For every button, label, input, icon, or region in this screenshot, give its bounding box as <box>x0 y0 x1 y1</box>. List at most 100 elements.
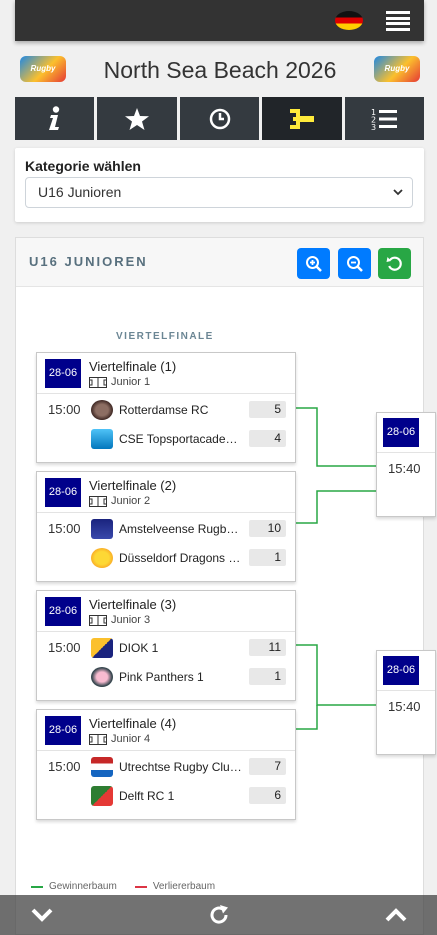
legend-loser: Verliererbaum <box>134 881 215 892</box>
team-name: Utrechtse Rugby Club 1 <box>119 760 244 774</box>
match-time: 15:00 <box>48 402 81 417</box>
category-label: Kategorie wählen <box>25 158 141 174</box>
connector-line <box>296 644 378 706</box>
match-time: 15:40 <box>388 699 421 714</box>
match-header: 28-06 Viertelfinale (1) Junior 1 <box>37 353 295 394</box>
bracket-panel: U16 JUNIOREN VIERTELFINALE 28-06 Viertel… <box>15 237 436 935</box>
bracket-icon <box>289 108 314 129</box>
event-logo-right: Rugby <box>374 56 420 82</box>
match-card[interactable]: 28-06 Viertelfinale (1) Junior 1 15:00 R… <box>36 352 296 463</box>
team-score: 7 <box>249 758 286 775</box>
german-flag-icon[interactable] <box>335 11 363 30</box>
favorites-button[interactable] <box>97 97 177 140</box>
main-toolbar: 1 2 3 <box>15 97 425 140</box>
team-row[interactable]: Utrechtse Rugby Club 1 7 <box>91 757 291 777</box>
refresh-icon <box>210 905 228 924</box>
match-header: 28-06 Viertelfinale (2) Junior 2 <box>37 472 295 513</box>
info-icon <box>48 105 59 130</box>
date-badge: 28-06 <box>45 359 81 388</box>
team-logo <box>91 757 113 777</box>
match-time: 15:00 <box>48 521 81 536</box>
standings-button[interactable]: 1 2 3 <box>344 97 425 140</box>
team-score: 5 <box>249 401 286 418</box>
team-name: DIOK 1 <box>119 641 159 655</box>
info-button[interactable] <box>15 97 95 140</box>
date-badge: 28-06 <box>383 418 419 447</box>
match-card[interactable]: 28-06 Viertelfinale (4) Junior 4 15:00 U… <box>36 709 296 820</box>
team-name: Amstelveense Rugby Club <box>119 522 244 536</box>
field-icon <box>89 495 107 507</box>
team-logo <box>91 548 113 568</box>
team-logo <box>91 400 113 420</box>
scroll-down-button[interactable] <box>30 904 54 926</box>
match-name: Viertelfinale (1) <box>89 359 177 374</box>
team-row[interactable]: Amstelveense Rugby Club 10 <box>91 519 291 539</box>
match-field: Junior 4 <box>89 733 150 745</box>
scroll-up-button[interactable] <box>384 904 408 926</box>
team-row[interactable]: DIOK 1 11 <box>91 638 291 658</box>
semifinal-card[interactable]: 28-06 15:40 <box>376 650 436 755</box>
schedule-button[interactable] <box>179 97 260 140</box>
bracket-button[interactable] <box>262 97 342 140</box>
match-name: Viertelfinale (3) <box>89 597 177 612</box>
team-name: Rotterdamse RC <box>119 403 209 417</box>
category-panel: Kategorie wählen U16 Junioren <box>15 148 424 222</box>
team-logo <box>91 519 113 539</box>
event-logo-left: Rugby <box>20 56 66 82</box>
field-icon <box>89 733 107 745</box>
team-score: 4 <box>249 430 286 447</box>
connector-line <box>296 407 378 467</box>
match-header: 28-06 Viertelfinale (3) Junior 3 <box>37 591 295 632</box>
legend-winner: Gewinnerbaum <box>31 881 117 892</box>
team-logo <box>91 638 113 658</box>
category-selected-value: U16 Junioren <box>38 184 122 200</box>
date-badge: 28-06 <box>45 478 81 507</box>
date-badge: 28-06 <box>383 656 419 685</box>
connector-line <box>296 705 318 730</box>
chevron-down-icon <box>31 908 53 922</box>
team-logo <box>91 667 113 687</box>
chevron-up-icon <box>385 908 407 922</box>
team-logo <box>91 429 113 449</box>
match-field: Junior 3 <box>89 614 150 626</box>
match-time: 15:40 <box>388 461 421 476</box>
page-title: North Sea Beach 2026 <box>103 57 337 83</box>
team-row[interactable]: Pink Panthers 1 1 <box>91 667 291 687</box>
ranking-list-icon: 1 2 3 <box>371 108 398 131</box>
refresh-button[interactable] <box>207 904 231 926</box>
match-field: Junior 1 <box>89 376 150 388</box>
date-badge: 28-06 <box>45 716 81 745</box>
connector-line <box>296 490 378 524</box>
team-row[interactable]: Delft RC 1 6 <box>91 786 291 806</box>
semifinal-card[interactable]: 28-06 15:40 <box>376 412 436 517</box>
team-row[interactable]: CSE Topsportacademie 4 <box>91 429 291 449</box>
star-icon <box>125 107 150 130</box>
team-score: 1 <box>249 668 286 685</box>
category-select[interactable]: U16 Junioren <box>25 177 413 208</box>
top-navbar <box>15 0 424 41</box>
match-name: Viertelfinale (4) <box>89 716 177 731</box>
team-name: Delft RC 1 <box>119 789 175 803</box>
team-name: CSE Topsportacademie <box>119 432 244 446</box>
team-logo <box>91 786 113 806</box>
bracket-legend: Gewinnerbaum Verliererbaum <box>31 881 215 892</box>
bottom-toolbar <box>0 895 437 935</box>
team-score: 6 <box>249 787 286 804</box>
team-score: 10 <box>249 520 286 537</box>
match-time: 15:00 <box>48 759 81 774</box>
match-card[interactable]: 28-06 Viertelfinale (2) Junior 2 15:00 A… <box>36 471 296 582</box>
field-icon <box>89 376 107 388</box>
team-score: 1 <box>249 549 286 566</box>
clock-icon <box>209 108 230 129</box>
team-row[interactable]: Düsseldorf Dragons Rugby 1 <box>91 548 291 568</box>
match-time: 15:00 <box>48 640 81 655</box>
date-badge: 28-06 <box>45 597 81 626</box>
match-header: 28-06 Viertelfinale (4) Junior 4 <box>37 710 295 751</box>
team-score: 11 <box>249 639 286 656</box>
page-header: Rugby North Sea Beach 2026 Rugby <box>15 48 424 94</box>
match-field: Junior 2 <box>89 495 150 507</box>
menu-icon[interactable] <box>386 11 410 31</box>
match-name: Viertelfinale (2) <box>89 478 177 493</box>
team-row[interactable]: Rotterdamse RC 5 <box>91 400 291 420</box>
match-card[interactable]: 28-06 Viertelfinale (3) Junior 3 15:00 D… <box>36 590 296 701</box>
